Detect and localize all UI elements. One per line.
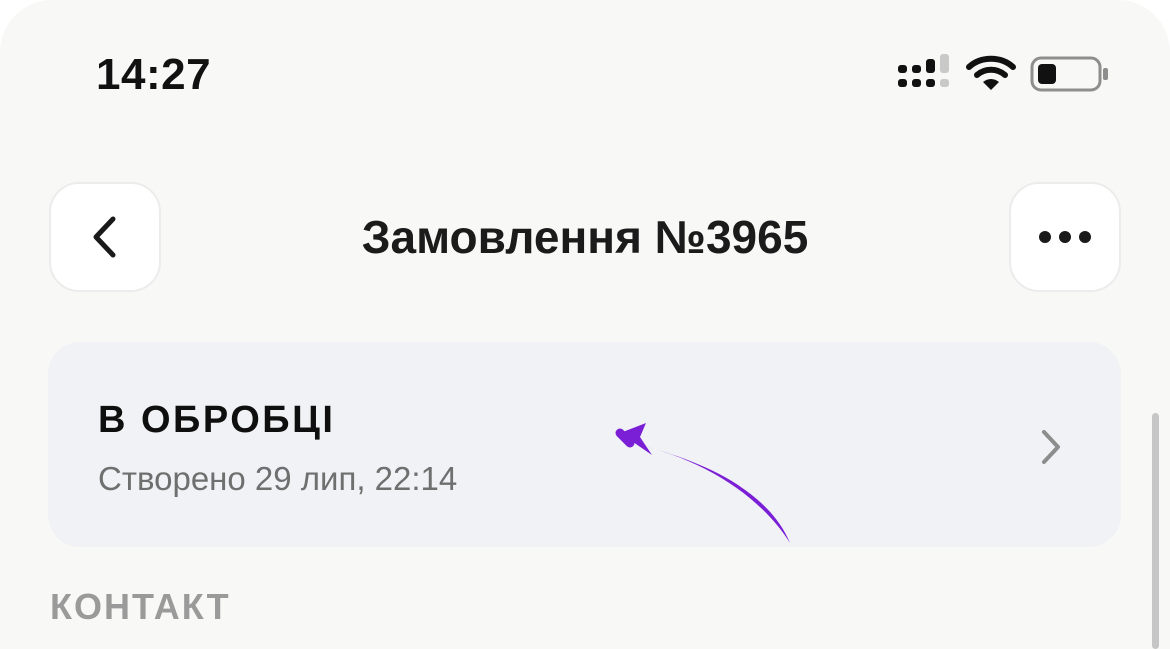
status-bar-icons bbox=[896, 54, 1116, 94]
chevron-right-icon bbox=[1042, 430, 1060, 464]
status-bar-time: 14:27 bbox=[96, 50, 212, 99]
scrollbar[interactable] bbox=[1152, 413, 1159, 649]
page-title: Замовлення №3965 bbox=[361, 211, 809, 263]
order-status-label: В ОБРОБЦІ bbox=[98, 399, 336, 441]
wifi-icon bbox=[966, 55, 1016, 90]
order-status-card[interactable]: В ОБРОБЦІ Створено 29 лип, 22:14 bbox=[48, 342, 1121, 547]
back-button[interactable] bbox=[49, 182, 161, 292]
more-options-button[interactable] bbox=[1009, 182, 1121, 292]
order-created-date: Створено 29 лип, 22:14 bbox=[98, 460, 458, 497]
more-horizontal-icon bbox=[1039, 231, 1091, 243]
cellular-signal-icon bbox=[898, 54, 949, 87]
annotation-arrow-icon bbox=[615, 423, 790, 543]
battery-icon bbox=[1030, 56, 1108, 92]
chevron-left-icon bbox=[93, 216, 116, 258]
contact-section-label: КОНТАКТ bbox=[50, 586, 231, 627]
phone-screen: 14:27 Замовлення №3965 В ОБРОБЦІ Створен… bbox=[0, 0, 1170, 649]
